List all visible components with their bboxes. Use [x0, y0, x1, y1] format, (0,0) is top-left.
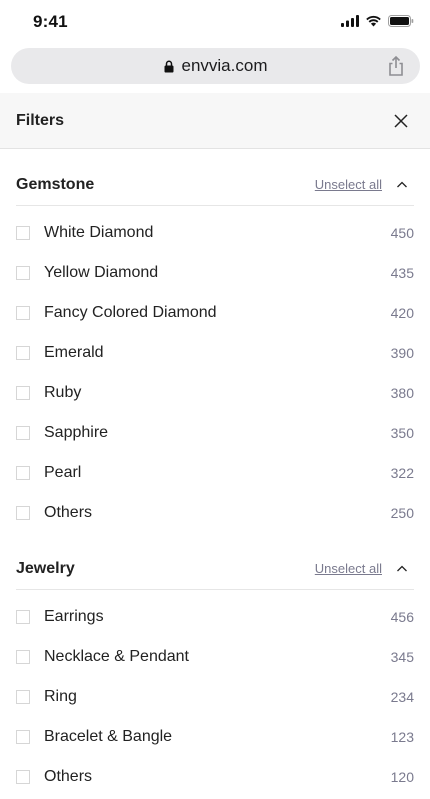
checkbox[interactable]	[16, 730, 30, 744]
option-label: Emerald	[44, 344, 104, 361]
checkbox[interactable]	[16, 650, 30, 664]
option-count: 350	[390, 425, 414, 441]
option-label: Necklace & Pendant	[44, 648, 189, 665]
lock-icon	[164, 60, 173, 72]
option-count: 234	[390, 689, 414, 705]
url-display: envvia.com	[11, 48, 420, 84]
checkbox[interactable]	[16, 226, 30, 240]
option-count: 456	[390, 609, 414, 625]
jewelry-section-header[interactable]: Jewelry Unselect all	[16, 551, 414, 590]
close-icon[interactable]	[392, 112, 410, 130]
option-count: 322	[390, 465, 414, 481]
checkbox[interactable]	[16, 386, 30, 400]
option-count: 345	[390, 649, 414, 665]
option-label: Yellow Diamond	[44, 264, 159, 281]
option-label: Others	[44, 504, 93, 521]
filters-title: Filters	[16, 112, 65, 129]
option-count: 120	[390, 769, 414, 785]
status-bar: 9:41	[0, 0, 430, 44]
unselect-all-link[interactable]: Unselect all	[315, 177, 382, 192]
gemstone-section-header[interactable]: Gemstone Unselect all	[16, 167, 414, 206]
gemstone-options: White Diamond 450 Yellow Diamond 435 Fan…	[16, 206, 414, 534]
checkbox[interactable]	[16, 506, 30, 520]
option-label: Others	[44, 768, 93, 785]
status-icons	[341, 15, 414, 27]
option-count: 250	[390, 505, 414, 521]
checkbox[interactable]	[16, 690, 30, 704]
checkbox[interactable]	[16, 610, 30, 624]
gemstone-section: Gemstone Unselect all White Diamond 450 …	[16, 167, 414, 534]
checkbox[interactable]	[16, 426, 30, 440]
filter-option[interactable]: Sapphire 350	[16, 414, 414, 454]
option-count: 390	[390, 345, 414, 361]
filter-option[interactable]: Yellow Diamond 435	[16, 254, 414, 294]
section-title: Gemstone	[16, 176, 95, 193]
checkbox[interactable]	[16, 306, 30, 320]
share-icon[interactable]	[386, 55, 406, 77]
url-text: envvia.com	[181, 56, 268, 75]
filter-option[interactable]: Emerald 390	[16, 334, 414, 374]
filter-option[interactable]: Others 120	[16, 758, 414, 798]
checkbox[interactable]	[16, 266, 30, 280]
checkbox[interactable]	[16, 346, 30, 360]
option-count: 380	[390, 385, 414, 401]
filters-header: Filters	[0, 93, 430, 149]
checkbox[interactable]	[16, 466, 30, 480]
jewelry-options: Earrings 456 Necklace & Pendant 345 Ring…	[16, 590, 414, 798]
battery-icon	[388, 15, 414, 27]
option-label: Pearl	[44, 464, 82, 481]
option-label: Sapphire	[44, 424, 109, 441]
filter-option[interactable]: Necklace & Pendant 345	[16, 638, 414, 678]
filter-option[interactable]: Pearl 322	[16, 454, 414, 494]
filter-option[interactable]: White Diamond 450	[16, 214, 414, 254]
section-title: Jewelry	[16, 560, 75, 577]
checkbox[interactable]	[16, 770, 30, 784]
option-label: Bracelet & Bangle	[44, 728, 173, 745]
option-label: Earrings	[44, 608, 104, 625]
option-label: Ruby	[44, 384, 82, 401]
url-bar[interactable]: envvia.com	[11, 48, 420, 84]
option-label: Fancy Colored Diamond	[44, 304, 217, 321]
option-count: 450	[390, 225, 414, 241]
option-label: White Diamond	[44, 224, 154, 241]
filter-option[interactable]: Fancy Colored Diamond 420	[16, 294, 414, 334]
filter-option[interactable]: Earrings 456	[16, 598, 414, 638]
option-count: 420	[390, 305, 414, 321]
unselect-all-link[interactable]: Unselect all	[315, 561, 382, 576]
option-label: Ring	[44, 688, 77, 705]
wifi-icon	[366, 15, 381, 27]
signal-icon	[341, 15, 359, 27]
chevron-up-icon[interactable]	[396, 563, 408, 575]
chevron-up-icon[interactable]	[396, 179, 408, 191]
option-count: 435	[390, 265, 414, 281]
option-count: 123	[390, 729, 414, 745]
filter-option[interactable]: Ring 234	[16, 678, 414, 718]
status-time: 9:41	[33, 12, 68, 31]
filter-option[interactable]: Ruby 380	[16, 374, 414, 414]
jewelry-section: Jewelry Unselect all Earrings 456 Neckla…	[16, 551, 414, 798]
filter-option[interactable]: Others 250	[16, 494, 414, 534]
filter-option[interactable]: Bracelet & Bangle 123	[16, 718, 414, 758]
